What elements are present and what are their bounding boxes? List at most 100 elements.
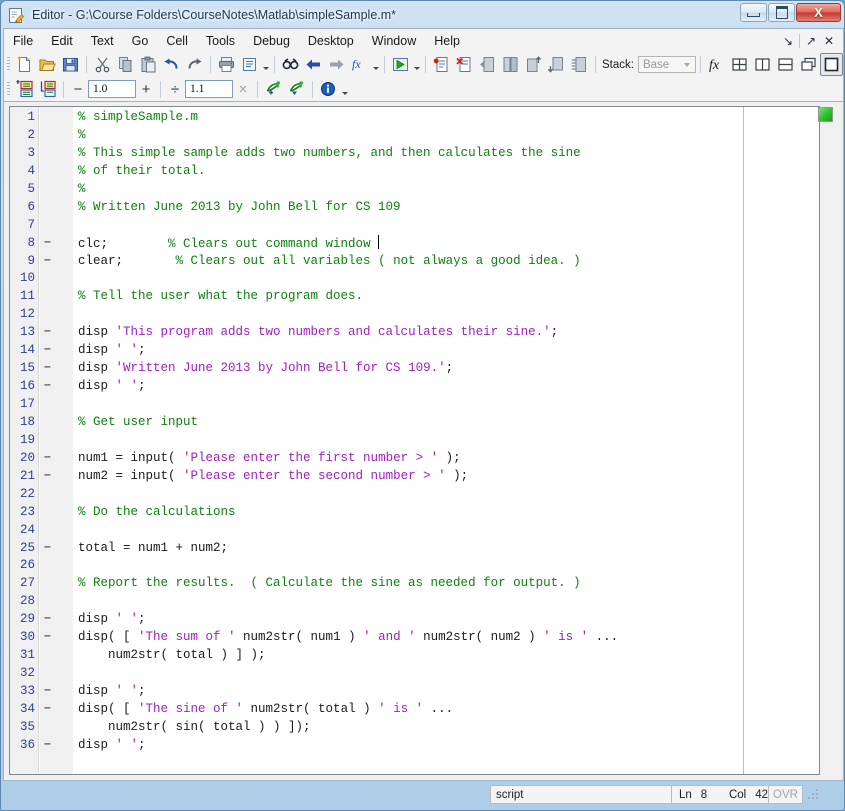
breakpoint-marker[interactable]: − <box>43 468 52 486</box>
breakpoint-marker[interactable]: − <box>43 360 52 378</box>
clear-breakpoints-button[interactable] <box>453 53 476 76</box>
function-browser-button[interactable]: fx <box>348 53 371 76</box>
evaluate-cell-and-advance-button[interactable] <box>285 78 308 101</box>
info-dropdown-arrow-icon[interactable] <box>340 79 349 100</box>
tile-vertical-button[interactable] <box>751 53 774 76</box>
code-line[interactable]: 16− disp ' '; <box>10 378 819 396</box>
breakpoint-marker[interactable]: − <box>43 450 52 468</box>
minimize-button[interactable] <box>740 3 767 22</box>
code-line[interactable]: 30− disp( [ 'The sum of ' num2str( num1 )… <box>10 629 819 647</box>
fx-button[interactable]: fx <box>705 53 728 76</box>
code-line[interactable]: 12 <box>10 306 819 324</box>
code-line[interactable]: 24 <box>10 522 819 540</box>
print-button[interactable] <box>215 53 238 76</box>
overwrite-mode-status[interactable]: OVR <box>769 785 803 804</box>
code-line[interactable]: 8− clc; % Clears out command window <box>10 234 819 253</box>
code-line[interactable]: 14− disp ' '; <box>10 342 819 360</box>
code-line[interactable]: 21− num2 = input( 'Please enter the secon… <box>10 468 819 486</box>
menu-window[interactable]: Window <box>363 31 425 51</box>
cut-button[interactable] <box>91 53 114 76</box>
info-button[interactable] <box>317 78 340 101</box>
menu-desktop[interactable]: Desktop <box>299 31 363 51</box>
code-line[interactable]: 13− disp 'This program adds two numbers a… <box>10 324 819 342</box>
code-line[interactable]: 4 % of their total. <box>10 163 819 181</box>
breakpoint-marker[interactable]: − <box>43 629 52 647</box>
publish-button[interactable] <box>238 53 261 76</box>
menu-help[interactable]: Help <box>425 31 469 51</box>
code-line[interactable]: 9− clear; % Clears out all variables ( no… <box>10 253 819 271</box>
toolbar-grip[interactable] <box>7 57 10 72</box>
breakpoint-marker[interactable]: − <box>43 378 52 396</box>
code-line[interactable]: 28 <box>10 593 819 611</box>
publish-dropdown-arrow-icon[interactable] <box>261 54 270 75</box>
new-file-button[interactable] <box>13 53 36 76</box>
float-button[interactable] <box>797 53 820 76</box>
function-browser-dropdown-arrow-icon[interactable] <box>371 54 380 75</box>
code-line[interactable]: 10 <box>10 270 819 288</box>
insert-cell-button[interactable] <box>13 78 36 101</box>
cell-toolbar-grip[interactable] <box>7 81 10 97</box>
menu-text[interactable]: Text <box>82 31 123 51</box>
exit-debug-button[interactable] <box>568 53 591 76</box>
code-line[interactable]: 7 <box>10 217 819 235</box>
code-line[interactable]: 27 % Report the results. ( Calculate the … <box>10 575 819 593</box>
code-line[interactable]: 22 <box>10 486 819 504</box>
insert-cell-divider-button[interactable] <box>36 78 59 101</box>
maximize-button[interactable] <box>768 3 795 22</box>
save-file-button[interactable] <box>59 53 82 76</box>
copy-button[interactable] <box>114 53 137 76</box>
code-line[interactable]: 17 <box>10 396 819 414</box>
menu-go[interactable]: Go <box>123 31 158 51</box>
step-in-button[interactable] <box>499 53 522 76</box>
maximize-pane-button[interactable] <box>819 53 843 76</box>
code-line[interactable]: 18 % Get user input <box>10 414 819 432</box>
code-line[interactable]: 19 <box>10 432 819 450</box>
breakpoint-marker[interactable]: − <box>43 701 52 719</box>
code-line[interactable]: 31 num2str( total ) ] ); <box>10 647 819 665</box>
undock-arrow-icon[interactable]: ↗ <box>804 34 818 48</box>
forward-button[interactable] <box>325 53 348 76</box>
increase-button[interactable]: + <box>136 81 156 98</box>
code-line[interactable]: 26 <box>10 557 819 575</box>
multiply-button[interactable]: × <box>233 81 253 98</box>
code-line[interactable]: 25− total = num1 + num2; <box>10 540 819 558</box>
code-line[interactable]: 6 % Written June 2013 by John Bell for CS… <box>10 199 819 217</box>
code-line[interactable]: 20− num1 = input( 'Please enter the first… <box>10 450 819 468</box>
code-document[interactable]: 1% simpleSample.m 2% 3% This simple sample… <box>9 106 820 775</box>
code-line[interactable]: 34− disp( [ 'The sine of ' num2str( total… <box>10 701 819 719</box>
close-x-icon[interactable]: ✕ <box>822 34 836 48</box>
breakpoint-marker[interactable]: − <box>43 540 52 558</box>
undo-button[interactable] <box>160 53 183 76</box>
set-breakpoint-button[interactable] <box>430 53 453 76</box>
breakpoint-marker[interactable]: − <box>43 683 52 701</box>
code-line[interactable]: 33− disp ' '; <box>10 683 819 701</box>
divide-button[interactable]: ÷ <box>165 81 185 98</box>
breakpoint-marker[interactable]: − <box>43 342 52 360</box>
code-line[interactable]: 11 % Tell the user what the program does. <box>10 288 819 306</box>
cell-value-2-input[interactable]: 1.1 <box>185 80 233 98</box>
tile-grid-button[interactable] <box>728 53 751 76</box>
continue-button[interactable] <box>545 53 568 76</box>
decrease-button[interactable]: − <box>68 81 88 98</box>
code-line[interactable]: 23 % Do the calculations <box>10 504 819 522</box>
green-ok-indicator[interactable] <box>818 107 833 122</box>
tile-horizontal-button[interactable] <box>774 53 797 76</box>
dock-arrow-icon[interactable]: ↘ <box>781 34 795 48</box>
breakpoint-marker[interactable]: − <box>43 611 52 629</box>
back-button[interactable] <box>302 53 325 76</box>
code-line[interactable]: 32 <box>10 665 819 683</box>
step-out-button[interactable] <box>522 53 545 76</box>
code-line[interactable]: 3 % This simple sample adds two numbers, … <box>10 145 819 163</box>
breakpoint-marker[interactable]: − <box>43 324 52 342</box>
open-file-button[interactable] <box>36 53 59 76</box>
step-button[interactable] <box>476 53 499 76</box>
menu-tools[interactable]: Tools <box>197 31 244 51</box>
menu-cell[interactable]: Cell <box>157 31 197 51</box>
resize-grip[interactable] <box>806 788 818 801</box>
code-line[interactable]: 15− disp 'Written June 2013 by John Bell … <box>10 360 819 378</box>
stack-dropdown[interactable]: Base <box>637 56 696 73</box>
run-dropdown-arrow-icon[interactable] <box>412 54 421 75</box>
breakpoint-marker[interactable]: − <box>43 235 52 253</box>
code-line[interactable]: 35 num2str( sin( total ) ) ]); <box>10 719 819 737</box>
code-line[interactable]: 36− disp ' '; <box>10 737 819 755</box>
